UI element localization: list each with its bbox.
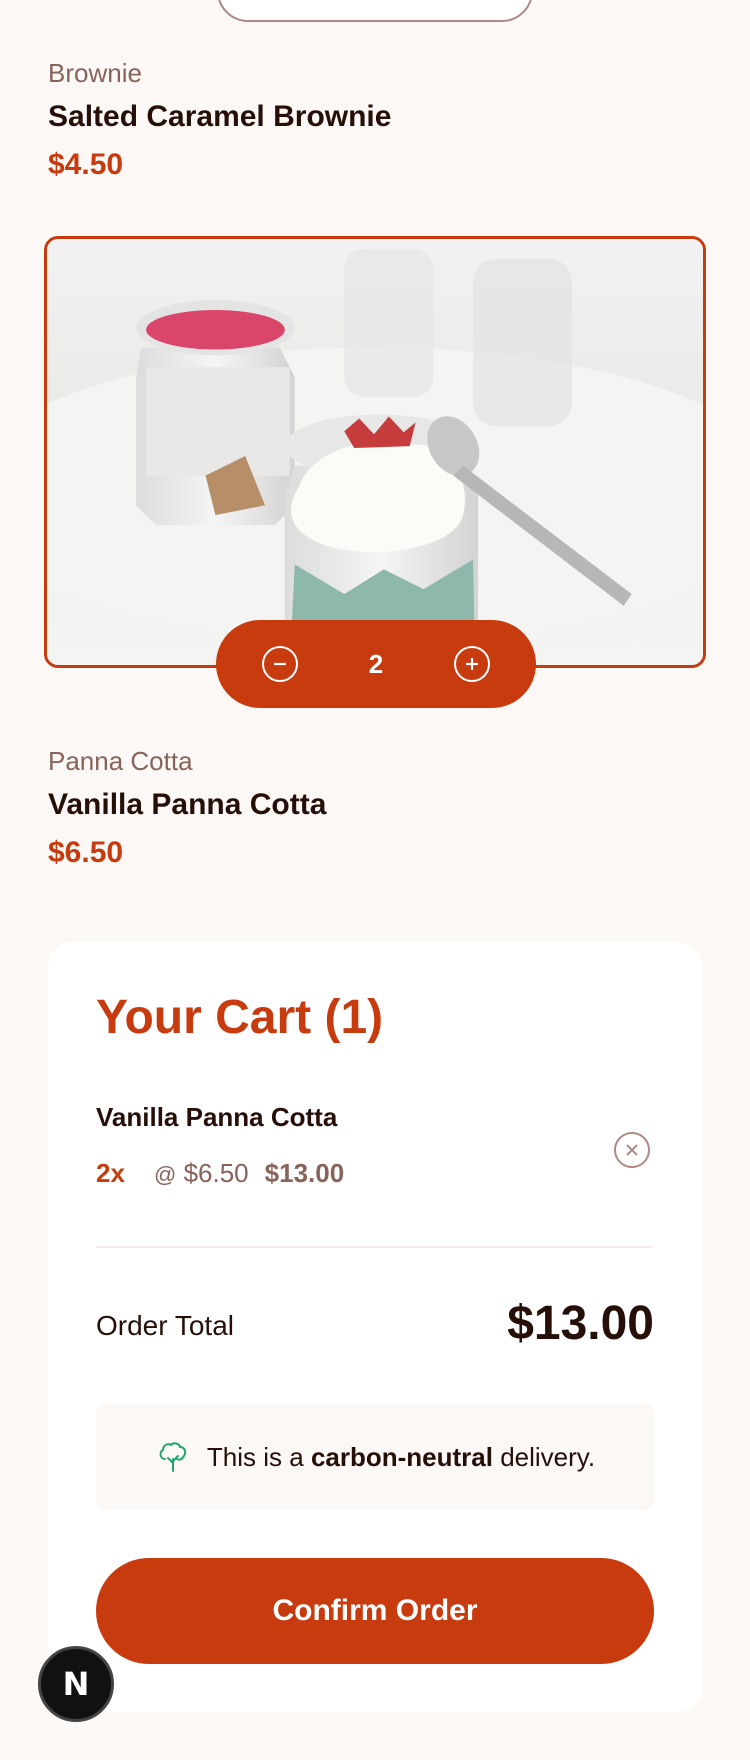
product-name: Vanilla Panna Cotta: [48, 788, 327, 821]
carbon-bold: carbon-neutral: [310, 1441, 493, 1472]
unit-price-value: $6.50: [183, 1158, 249, 1188]
remove-item-icon: [626, 1144, 638, 1156]
carbon-neutral-tree-icon: [159, 1442, 187, 1472]
product-category: Brownie: [48, 58, 142, 88]
carbon-neutral-notice: This is a carbon-neutral delivery.: [96, 1404, 654, 1510]
cart-item-name: Vanilla Panna Cotta: [96, 1102, 338, 1132]
cart-item-quantity: 2x: [96, 1158, 125, 1188]
remove-item-button[interactable]: [614, 1132, 650, 1168]
cart-panel: Your Cart (1) Vanilla Panna Cotta 2x @ $…: [48, 942, 702, 1712]
carbon-suffix: delivery.: [492, 1441, 596, 1472]
at-symbol: @: [154, 1162, 177, 1187]
product-card-brownie: Brownie Salted Caramel Brownie $4.50: [48, 60, 391, 180]
carbon-neutral-text: This is a carbon-neutral delivery.: [207, 1442, 595, 1473]
add-to-cart-button[interactable]: [217, 0, 533, 22]
carbon-prefix: This is a: [206, 1441, 311, 1472]
quantity-stepper[interactable]: 2: [216, 620, 536, 708]
product-price: $4.50: [48, 148, 124, 181]
nextjs-dev-badge[interactable]: N: [38, 1646, 114, 1722]
decrement-button[interactable]: [262, 646, 298, 682]
product-price: $6.50: [48, 836, 124, 869]
cart-item-line-total: $13.00: [264, 1158, 345, 1188]
increment-icon: [466, 658, 478, 670]
increment-button[interactable]: [454, 646, 490, 682]
product-name: Salted Caramel Brownie: [48, 100, 392, 133]
cart-item-unit-price: @ $6.50: [154, 1160, 249, 1186]
quantity-value: 2: [368, 648, 384, 679]
cart-item-meta: 2x @ $6.50 $13.00: [96, 1160, 344, 1186]
divider: [96, 1246, 654, 1248]
cart-title: Your Cart (1): [96, 991, 384, 1044]
decrement-icon: [274, 662, 286, 666]
product-image: [44, 236, 706, 668]
confirm-order-button[interactable]: Confirm Order: [96, 1558, 654, 1664]
product-card-panna-cotta: Panna Cotta Vanilla Panna Cotta $6.50: [48, 748, 326, 868]
order-total-label: Order Total: [96, 1310, 234, 1341]
product-category: Panna Cotta: [48, 746, 193, 776]
order-total-value: $13.00: [507, 1297, 654, 1350]
